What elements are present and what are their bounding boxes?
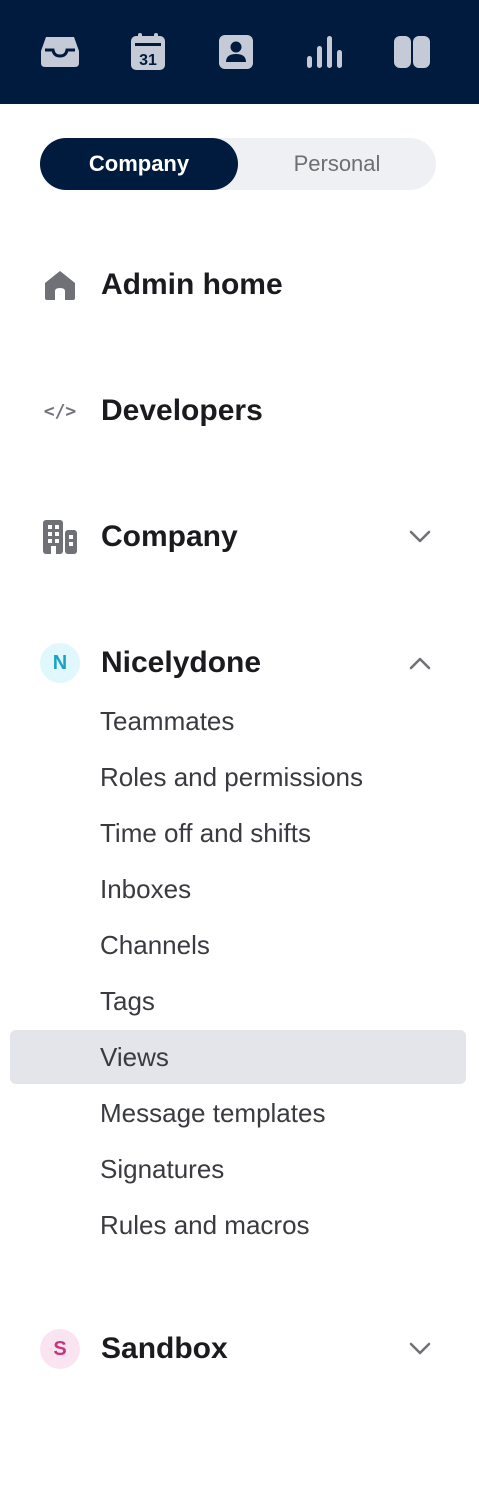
nicelydone-avatar: N [40,643,80,683]
nav-developers[interactable]: </> Developers [0,383,479,439]
scope-toggle: Company Personal [40,138,436,190]
subnav-label: Signatures [100,1154,225,1184]
chevron-down-icon[interactable] [406,1337,434,1361]
subnav-label: Channels [100,930,210,960]
panels-icon[interactable] [392,32,432,72]
top-app-bar: 31 [0,0,479,104]
contacts-icon[interactable] [216,32,256,72]
sandbox-avatar: S [40,1329,80,1369]
calendar-icon[interactable]: 31 [128,32,168,72]
inbox-icon[interactable] [40,32,80,72]
subnav-roles-and-permissions[interactable]: Roles and permissions [10,750,466,804]
subnav-channels[interactable]: Channels [10,918,466,972]
code-icon-glyph: </> [43,400,77,422]
subnav-inboxes[interactable]: Inboxes [10,862,466,916]
subnav-label: Teammates [100,706,235,736]
nav-sandbox-label: Sandbox [101,1332,228,1365]
nav-developers-label: Developers [101,394,263,427]
nav-company-label: Company [101,520,238,553]
subnav-label: Inboxes [100,874,192,904]
subnav-label: Views [100,1042,169,1072]
nicelydone-badge: N [40,643,80,683]
subnav-label: Message templates [100,1098,326,1128]
subnav-signatures[interactable]: Signatures [10,1142,466,1196]
company-scope-button[interactable]: Company [40,138,238,190]
subnav-label: Time off and shifts [100,818,311,848]
subnav-views[interactable]: Views [10,1030,466,1084]
personal-scope-button[interactable]: Personal [238,138,436,190]
nav-nicelydone[interactable]: N Nicelydone [0,635,479,691]
subnav-label: Rules and macros [100,1210,310,1240]
subnav-label: Tags [100,986,155,1016]
subnav-label: Roles and permissions [100,762,364,792]
chevron-up-icon[interactable] [406,651,434,675]
analytics-icon[interactable] [304,32,344,72]
home-icon [40,265,80,305]
nav-nicelydone-label: Nicelydone [101,646,262,679]
chevron-down-icon[interactable] [406,525,434,549]
subnav-teammates[interactable]: Teammates [10,694,466,748]
nav-company[interactable]: Company [0,509,479,565]
nav-admin-home-label: Admin home [101,268,283,301]
subnav-message-templates[interactable]: Message templates [10,1086,466,1140]
subnav-tags[interactable]: Tags [10,974,466,1028]
subnav-rules-and-macros[interactable]: Rules and macros [10,1198,466,1252]
nav-sandbox[interactable]: S Sandbox [0,1321,479,1377]
code-icon: </> [40,391,80,431]
calendar-day-text: 31 [139,52,157,69]
sandbox-badge: S [40,1329,80,1369]
nav-admin-home[interactable]: Admin home [0,257,479,313]
subnav-time-off-and-shifts[interactable]: Time off and shifts [10,806,466,860]
building-icon [40,517,80,557]
